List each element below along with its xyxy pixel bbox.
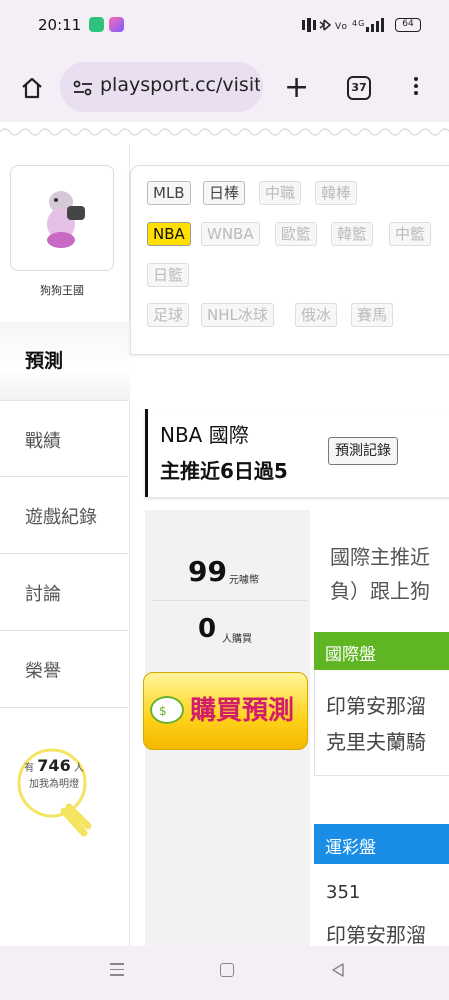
league-tab-kbo[interactable]: 韓棒 [315,181,358,205]
buyers-count: 0 [198,614,217,644]
sidebar-item-record[interactable]: 戰績 [0,400,128,477]
league-tab-cpbl[interactable]: 中職 [259,181,302,205]
signal-icons: Vo 4G [302,17,388,36]
description-line: 負）跟上狗 [330,579,430,603]
buy-prediction-label[interactable]: 購買預測 [190,690,294,727]
signal-wifi-bluetooth-icon: Vo 4G [302,18,384,32]
avatar[interactable] [10,165,114,271]
league-tab-japan-basketball[interactable]: 日籃 [147,263,190,287]
league-heading: NBA 國際 [160,423,249,447]
sidebar-item-label: 遊戲紀錄 [25,507,97,528]
sidebar-item-predict[interactable]: 預測 [0,322,130,400]
fans-prefix: 有 [24,763,35,774]
svg-text:4G: 4G [352,19,365,28]
league-tab-mlb[interactable]: MLB [147,181,191,205]
battery-icon: 64 [395,18,421,32]
url-text[interactable]: playsport.cc/visit [100,74,260,96]
price-value: 99 [188,555,227,588]
browser-menu-button[interactable] [412,74,420,102]
app-notification-icon [89,17,104,32]
international-line-teams: 印第安那溜 克里夫蘭騎 [326,688,426,760]
sidebar-item-label: 討論 [25,584,61,605]
fans-count[interactable]: 有 746 人 加我為明燈 [14,758,94,793]
league-tab-korea-basketball[interactable]: 韓籃 [331,222,374,246]
sidebar-item-label: 預測 [25,350,64,372]
web-page: 狗狗王國 預測 戰績 遊戲紀錄 討論 榮譽 有 746 人 加我為明燈 MLB … [0,122,449,946]
league-tab-china-basketball[interactable]: 中籃 [389,222,432,246]
divider [152,600,307,601]
wavy-divider [0,128,449,136]
coin-icon: $ [150,696,184,724]
team-name: 印第安那溜 [326,694,426,718]
svg-text:$: $ [159,704,167,718]
international-line-label: 國際盤 [325,645,376,665]
fans-unit: 人 [73,763,84,774]
tab-switcher-button[interactable]: 37 [347,76,371,100]
prediction-description: 國際主推近 負）跟上狗 [330,540,430,608]
lottery-number: 351 [326,882,361,903]
site-settings-icon[interactable] [72,78,94,98]
new-tab-button[interactable]: + [284,73,309,103]
streak-heading: 主推近6日過5 [160,459,288,483]
username[interactable]: 狗狗王國 [0,282,124,298]
home-button[interactable] [220,963,234,977]
league-tab-npb[interactable]: 日棒 [203,181,246,205]
back-button[interactable] [330,962,346,978]
recent-apps-button[interactable] [110,963,124,977]
sidebar-item-game-log[interactable]: 遊戲紀錄 [0,477,128,554]
avatar-image [47,191,85,248]
status-time: 20:11 [38,16,82,34]
sidebar-item-label: 榮譽 [25,661,61,682]
sports-lottery-label: 運彩盤 [325,838,376,858]
league-tab-euro-basketball[interactable]: 歐籃 [275,222,318,246]
price-unit: 元噱幣 [229,575,259,586]
league-selector: MLB 日棒 中職 韓棒 NBA WNBA 歐籃 韓籃 中籃 日籃 足球 NHL… [130,165,449,355]
sidebar-item-discussion[interactable]: 討論 [0,554,128,631]
svg-text:Vo: Vo [335,22,348,32]
buyers-unit: 人購買 [222,634,252,645]
sidebar-item-honors[interactable]: 榮譽 [0,631,128,708]
fans-number: 746 [37,756,71,775]
app-notification-icon-2 [109,17,124,32]
sidebar-item-label: 戰績 [25,431,61,452]
league-tab-khl[interactable]: 俄冰 [295,303,338,327]
team-name: 印第安那溜 [326,923,426,946]
follow-label: 加我為明燈 [29,779,79,790]
league-tab-wnba[interactable]: WNBA [201,222,260,246]
description-line: 國際主推近 [330,545,430,569]
league-tab-nba[interactable]: NBA [147,222,191,246]
league-tab-nhl[interactable]: NHL冰球 [201,303,274,327]
home-icon[interactable] [20,76,44,100]
prediction-record-button[interactable]: 預測記錄 [328,437,398,465]
league-tab-horse-racing[interactable]: 賽馬 [351,303,394,327]
team-name: 克里夫蘭騎 [326,730,426,754]
league-tab-soccer[interactable]: 足球 [147,303,190,327]
